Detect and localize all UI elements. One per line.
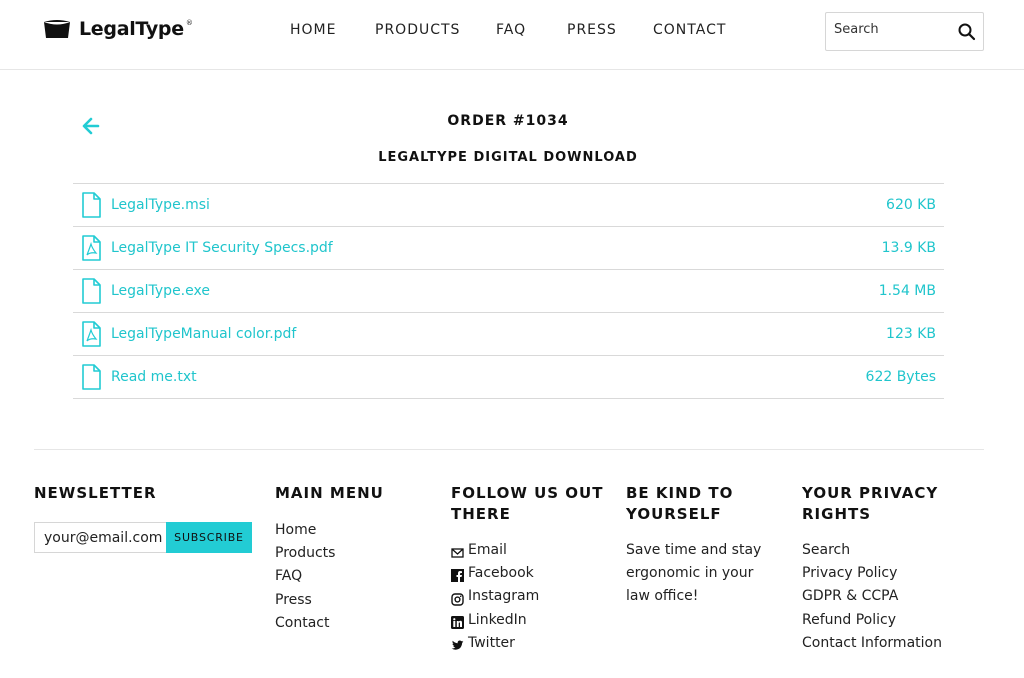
social-linkedin-label: LinkedIn	[468, 611, 527, 628]
social-facebook-label: Facebook	[468, 565, 534, 582]
file-icon	[82, 192, 101, 218]
file-icon	[82, 278, 101, 304]
follow-heading-line2: THERE	[451, 505, 511, 523]
search-icon[interactable]	[957, 22, 977, 42]
nav-faq[interactable]: FAQ	[496, 22, 526, 38]
social-email[interactable]: Email	[451, 539, 603, 562]
logo-mark-icon	[44, 20, 70, 38]
social-twitter-label: Twitter	[468, 634, 515, 651]
footer-link-refund-policy[interactable]: Refund Policy	[802, 609, 942, 632]
footer-newsletter: NEWSLETTER	[34, 483, 157, 504]
kind-text-line2: ergonomic in your	[626, 565, 754, 582]
footer-link-contact[interactable]: Contact	[275, 612, 384, 635]
file-name[interactable]: LegalType.exe	[111, 283, 210, 299]
footer-divider	[34, 449, 984, 450]
newsletter-heading: NEWSLETTER	[34, 484, 157, 502]
kind-heading-line1: BE KIND TO	[626, 484, 734, 502]
footer-main-menu: MAIN MENU Home Products FAQ Press Contac…	[275, 483, 384, 635]
social-twitter[interactable]: Twitter	[451, 632, 603, 655]
order-subtitle: LEGALTYPE DIGITAL DOWNLOAD	[378, 150, 638, 165]
download-item[interactable]: LegalTypeManual color.pdf 123 KB	[73, 313, 944, 356]
footer-link-home[interactable]: Home	[275, 519, 384, 542]
file-size: 622 Bytes	[865, 369, 936, 385]
privacy-heading-line2: RIGHTS	[802, 505, 872, 523]
subscribe-button[interactable]: SUBSCRIBE	[166, 522, 252, 553]
footer-link-gdpr-ccpa[interactable]: GDPR & CCPA	[802, 585, 942, 608]
footer-follow: FOLLOW US OUT THERE Email Facebook Insta…	[451, 483, 603, 655]
follow-heading-line1: FOLLOW US OUT	[451, 484, 604, 502]
kind-text-line1: Save time and stay	[626, 542, 762, 558]
file-size: 13.9 KB	[881, 240, 936, 256]
main-menu-heading: MAIN MENU	[275, 484, 384, 502]
kind-text-line3: law office!	[626, 588, 699, 605]
download-item[interactable]: LegalType IT Security Specs.pdf 13.9 KB	[73, 227, 944, 270]
nav-home[interactable]: HOME	[290, 22, 336, 38]
social-instagram-label: Instagram	[468, 588, 540, 605]
download-item[interactable]: LegalType.exe 1.54 MB	[73, 270, 944, 313]
pdf-file-icon	[82, 321, 101, 347]
follow-heading: FOLLOW US OUT THERE	[451, 483, 603, 525]
nav-contact[interactable]: CONTACT	[653, 22, 726, 38]
file-size: 620 KB	[886, 197, 936, 213]
download-item[interactable]: Read me.txt 622 Bytes	[73, 356, 944, 399]
nav-products[interactable]: PRODUCTS	[375, 22, 460, 38]
file-name[interactable]: LegalType IT Security Specs.pdf	[111, 240, 333, 256]
footer-kind: BE KIND TO YOURSELF Save time and stay e…	[626, 483, 761, 609]
logo[interactable]: LegalType ®	[41, 18, 193, 40]
footer-link-privacy-policy[interactable]: Privacy Policy	[802, 562, 942, 585]
search-box	[825, 12, 984, 51]
file-name[interactable]: LegalTypeManual color.pdf	[111, 326, 296, 342]
kind-text: Save time and stay ergonomic in your law…	[626, 539, 761, 609]
logo-text: LegalType	[79, 18, 184, 40]
footer-link-search[interactable]: Search	[802, 539, 942, 562]
email-field[interactable]	[34, 522, 166, 553]
download-list: LegalType.msi 620 KB LegalType IT Securi…	[73, 183, 944, 399]
linkedin-icon	[451, 615, 464, 629]
file-name[interactable]: LegalType.msi	[111, 197, 210, 213]
file-size: 1.54 MB	[878, 283, 936, 299]
file-name[interactable]: Read me.txt	[111, 369, 197, 385]
search-input[interactable]	[834, 22, 954, 37]
download-item[interactable]: LegalType.msi 620 KB	[73, 184, 944, 227]
social-email-label: Email	[468, 542, 507, 558]
instagram-icon	[451, 592, 464, 606]
footer-link-contact-information[interactable]: Contact Information	[802, 632, 942, 655]
site-header: LegalType ® HOME PRODUCTS FAQ PRESS CONT…	[0, 0, 1024, 70]
social-linkedin[interactable]: LinkedIn	[451, 609, 603, 632]
footer-privacy: YOUR PRIVACY RIGHTS Search Privacy Polic…	[802, 483, 942, 655]
file-size: 123 KB	[886, 326, 936, 342]
privacy-heading: YOUR PRIVACY RIGHTS	[802, 483, 942, 525]
footer-link-products[interactable]: Products	[275, 542, 384, 565]
footer-link-faq[interactable]: FAQ	[275, 565, 384, 588]
kind-heading: BE KIND TO YOURSELF	[626, 483, 761, 525]
footer-link-press[interactable]: Press	[275, 589, 384, 612]
social-facebook[interactable]: Facebook	[451, 562, 603, 585]
file-icon	[82, 364, 101, 390]
pdf-file-icon	[82, 235, 101, 261]
logo-registered-mark: ®	[185, 19, 193, 27]
twitter-icon	[451, 640, 464, 650]
privacy-heading-line1: YOUR PRIVACY	[802, 484, 939, 502]
newsletter-form: SUBSCRIBE	[34, 522, 252, 553]
facebook-icon	[451, 569, 464, 583]
kind-heading-line2: YOURSELF	[626, 505, 722, 523]
order-title: ORDER #1034	[447, 113, 569, 129]
mail-icon	[451, 548, 464, 558]
nav-press[interactable]: PRESS	[567, 22, 617, 38]
social-instagram[interactable]: Instagram	[451, 585, 603, 608]
